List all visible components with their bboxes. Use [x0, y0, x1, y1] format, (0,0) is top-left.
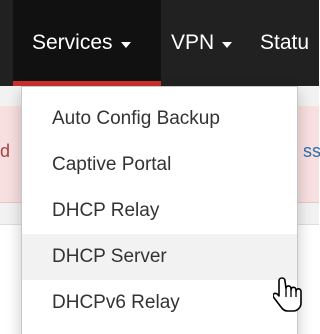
nav-vpn-menu[interactable]: VPN	[171, 0, 233, 86]
menu-item-label: Captive Portal	[52, 154, 172, 175]
services-dropdown-menu: Auto Config Backup Captive Portal DHCP R…	[21, 86, 298, 334]
menu-item-dhcp-server[interactable]: DHCP Server	[22, 234, 297, 280]
menu-item-captive-portal[interactable]: Captive Portal	[22, 142, 297, 188]
alert-text-fragment: d	[0, 141, 11, 161]
menu-item-label: DHCP Relay	[52, 200, 160, 221]
nav-status-menu[interactable]: Statu	[260, 0, 309, 86]
menu-item-auto-config-backup[interactable]: Auto Config Backup	[22, 96, 297, 142]
menu-item-dhcp-relay[interactable]: DHCP Relay	[22, 188, 297, 234]
nav-status-label: Statu	[260, 31, 310, 54]
menu-item-dhcpv6-relay[interactable]: DHCPv6 Relay	[22, 280, 297, 326]
menu-item-label: Auto Config Backup	[52, 108, 220, 129]
menu-item-label: DHCP Server	[52, 246, 167, 267]
nav-services-menu[interactable]: Services	[13, 0, 161, 86]
alert-link-fragment[interactable]: ss	[303, 141, 320, 162]
caret-down-icon	[222, 41, 233, 48]
nav-services-label: Services	[32, 31, 113, 54]
top-navbar: Services VPN Statu	[0, 0, 319, 86]
caret-down-icon	[120, 41, 131, 48]
hand-pointer-icon	[273, 277, 302, 312]
menu-item-label: DHCPv6 Relay	[52, 292, 180, 313]
nav-vpn-label: VPN	[171, 31, 215, 54]
